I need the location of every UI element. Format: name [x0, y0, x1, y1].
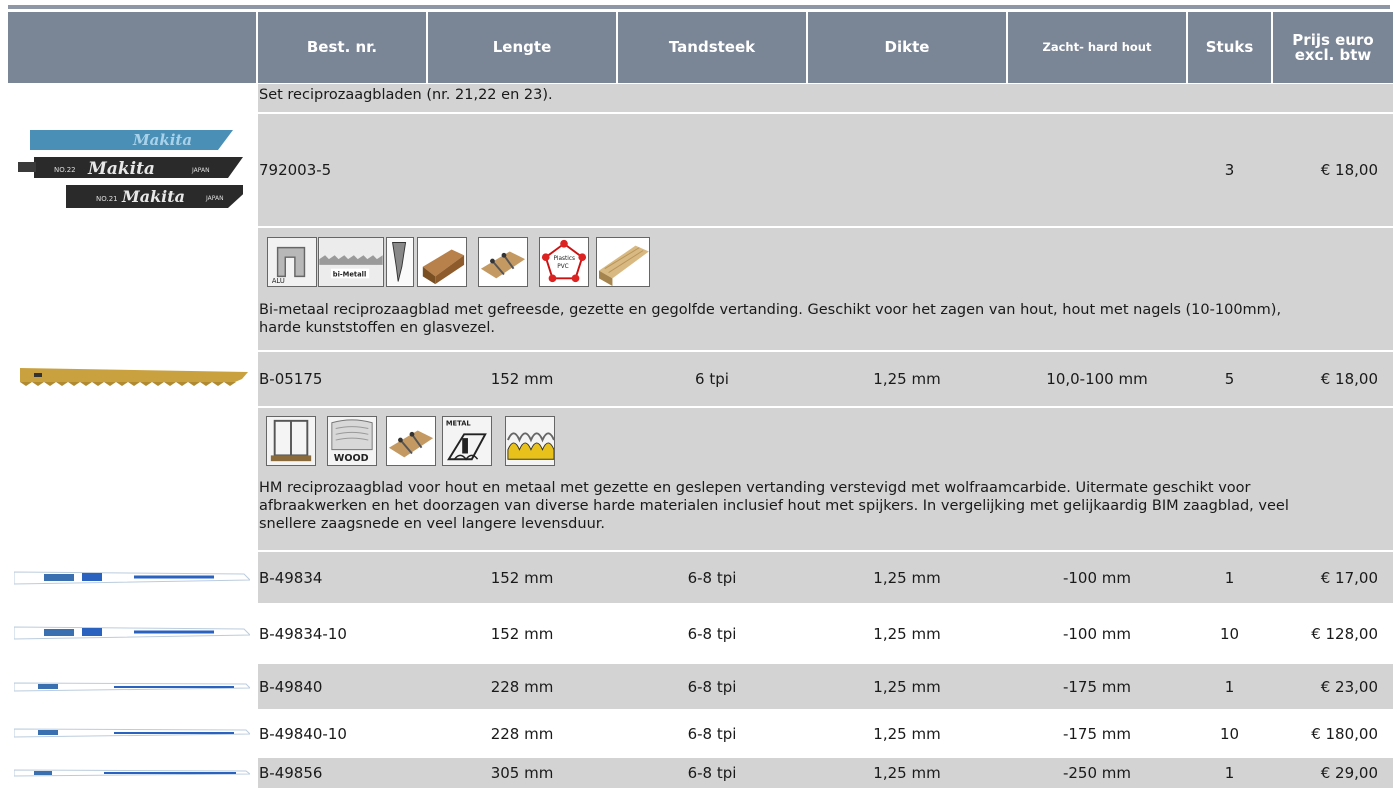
s3-r3-stuks: 1 [1224, 677, 1235, 696]
blade-label-2: NO.22 [54, 166, 76, 174]
s2-zacht-hard: 10,0-100 mm [1046, 370, 1148, 388]
s3-r3-zacht-hard: -175 mm [1062, 677, 1132, 696]
s1-stuks: 3 [1224, 161, 1235, 179]
header-stuks: Stuks [1188, 12, 1271, 83]
s3-r3-lengte: 228 mm [490, 677, 554, 696]
s3-r2-zacht-hard: -100 mm [1062, 624, 1132, 643]
header-prijs-line2: excl. btw [1294, 45, 1372, 64]
s2-dikte: 1,25 mm [873, 370, 941, 388]
s2-prijs: € 18,00 [1320, 370, 1378, 388]
blade-label-1: Makita [132, 131, 192, 149]
s3-r4-lengte: 228 mm [490, 724, 554, 743]
s3-r5-stuks: 1 [1224, 764, 1235, 782]
s3-r5-tandsteek: 6-8 tpi [687, 764, 737, 782]
header-lengte: Lengte [428, 12, 616, 83]
s3-r5-zacht-hard: -250 mm [1062, 764, 1132, 782]
section1-title: Set reciprozaagbladen (nr. 21,22 en 23). [259, 87, 553, 103]
s3-r2-tandsteek: 6-8 tpi [687, 624, 737, 643]
s3-r4-prijs: € 180,00 [1311, 724, 1378, 743]
hm-blade-image-5 [14, 768, 250, 778]
bi-metal-icon: bi-Metall [318, 237, 384, 287]
blade-label-7: JAPAN [205, 195, 224, 202]
s3-r2-dikte: 1,25 mm [873, 624, 941, 643]
s3-r1-best-nr: B-49834 [259, 568, 323, 587]
blade-label-3: Makita [87, 159, 155, 179]
s2-best-nr: B-05175 [259, 370, 323, 388]
wood-nails-icon [478, 237, 528, 287]
header-zacht-hard: Zacht- hard hout [1008, 12, 1186, 83]
header-dikte: Dikte [808, 12, 1006, 83]
s3-r1-prijs: € 17,00 [1320, 568, 1378, 587]
plastics-pvc-icon: Plastics PVC [539, 237, 589, 287]
pvc-label: PVC [557, 264, 568, 270]
blade-profile-icon [386, 237, 414, 287]
s2-stuks: 5 [1224, 370, 1235, 388]
s3-r3-best-nr: B-49840 [259, 677, 323, 696]
header-empty [8, 12, 256, 83]
s3-r5-best-nr: B-49856 [259, 764, 323, 782]
s3-r5-lengte: 305 mm [490, 764, 554, 782]
metal-profile-icon: METAL [442, 416, 492, 466]
s1-best-nr: 792003-5 [259, 161, 332, 179]
wood-board-icon [596, 237, 650, 287]
bimetal-label: bi-Metall [333, 270, 367, 278]
s3-r5-prijs: € 29,00 [1320, 764, 1378, 782]
s3-r4-best-nr: B-49840-10 [259, 724, 347, 743]
s3-r1-stuks: 1 [1224, 568, 1235, 587]
s3-r1-tandsteek: 6-8 tpi [687, 568, 737, 587]
window-frame-icon [266, 416, 316, 466]
s3-r3-prijs: € 23,00 [1320, 677, 1378, 696]
header-prijs: Prijs euro excl. btw [1273, 12, 1393, 83]
wood-nails-icon-2 [386, 416, 436, 466]
hm-blade-image-4 [14, 727, 250, 739]
header-best-nr: Best. nr. [258, 12, 426, 83]
blade-label-5: NO.21 [96, 195, 118, 203]
blade-label-6: Makita [121, 187, 185, 206]
section3-description-line3: snellere zaagsnede en veel langere leven… [259, 516, 606, 532]
s3-r4-zacht-hard: -175 mm [1062, 724, 1132, 743]
s1-prijs: € 18,00 [1320, 161, 1378, 179]
hm-blade-image-2 [14, 625, 250, 641]
metal-label: METAL [446, 420, 472, 428]
hm-blade-image-1 [14, 570, 250, 586]
wood-icon-2: WOOD [327, 416, 377, 466]
wood-label: WOOD [334, 453, 369, 464]
alu-label: ALU [272, 277, 285, 285]
blade-set-image: Makita NO.22 Makita JAPAN NO.21 Makita J… [18, 128, 243, 210]
plastics-label: Plastics [553, 256, 575, 262]
s2-lengte: 152 mm [490, 370, 554, 388]
s3-r1-lengte: 152 mm [490, 568, 554, 587]
s3-r2-stuks: 10 [1219, 624, 1240, 643]
hm-blade-image-3 [14, 681, 250, 693]
s3-r4-tandsteek: 6-8 tpi [687, 724, 737, 743]
s3-r4-dikte: 1,25 mm [873, 724, 941, 743]
s3-r2-prijs: € 128,00 [1311, 624, 1378, 643]
section3-description-line2: afbraakwerken en het doorzagen van diver… [259, 498, 1289, 514]
s3-r1-dikte: 1,25 mm [873, 568, 941, 587]
s3-r4-stuks: 10 [1219, 724, 1240, 743]
section3-description-line1: HM reciprozaagblad voor hout en metaal m… [259, 480, 1251, 496]
header-tandsteek: Tandsteek [618, 12, 806, 83]
wood-icon [417, 237, 467, 287]
bimetal-blade-image [20, 365, 250, 387]
s3-r2-lengte: 152 mm [490, 624, 554, 643]
corrugated-sheet-icon [505, 416, 555, 466]
s3-r3-tandsteek: 6-8 tpi [687, 677, 737, 696]
s3-r2-best-nr: B-49834-10 [259, 624, 347, 643]
s3-r5-dikte: 1,25 mm [873, 764, 941, 782]
s3-r1-zacht-hard: -100 mm [1062, 568, 1132, 587]
s2-tandsteek: 6 tpi [695, 370, 729, 388]
top-rule [8, 5, 1390, 9]
alu-icon: ALU [267, 237, 317, 287]
s3-r3-dikte: 1,25 mm [873, 677, 941, 696]
section2-description-line1: Bi-metaal reciprozaagblad met gefreesde,… [259, 302, 1282, 318]
blade-label-4: JAPAN [191, 167, 210, 174]
section2-description-line2: harde kunststoffen en glasvezel. [259, 320, 495, 336]
